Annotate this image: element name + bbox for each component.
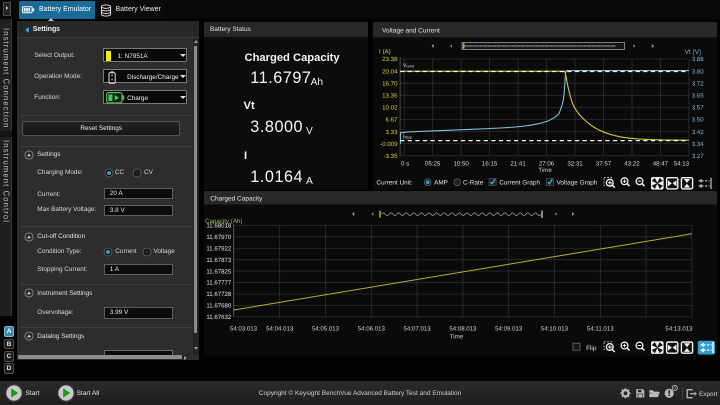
- svg-text:16:15: 16:15: [481, 160, 497, 167]
- svg-text:C-Rate: C-Rate: [463, 180, 484, 187]
- svg-text:54:08.013: 54:08.013: [449, 325, 477, 332]
- svg-text:3.27: 3.27: [691, 153, 704, 160]
- svg-text:-0.009: -0.009: [380, 141, 398, 148]
- svg-text:16.70: 16.70: [382, 80, 398, 87]
- svg-text:Current Unit:: Current Unit:: [376, 180, 412, 187]
- svg-text:43:22: 43:22: [624, 160, 640, 167]
- svg-text:Export: Export: [699, 391, 718, 398]
- svg-text:11.67922: 11.67922: [206, 245, 232, 252]
- svg-text:54:10.013: 54:10.013: [540, 325, 568, 332]
- svg-text:54:04.013: 54:04.013: [266, 325, 294, 332]
- svg-text:54:07.013: 54:07.013: [403, 325, 431, 332]
- svg-text:Voltage and Current: Voltage and Current: [382, 27, 440, 34]
- svg-text:Flip: Flip: [586, 345, 597, 352]
- svg-text:54:11.013: 54:11.013: [586, 325, 613, 332]
- svg-text:6.67: 6.67: [385, 117, 398, 124]
- svg-text:10.02: 10.02: [382, 105, 398, 112]
- svg-text:3.34: 3.34: [691, 141, 704, 148]
- svg-text:I (A): I (A): [379, 49, 391, 56]
- svg-text:3.65: 3.65: [691, 93, 704, 100]
- svg-text:3.88: 3.88: [691, 56, 704, 63]
- svg-text:54:13: 54:13: [673, 160, 689, 167]
- svg-text:05:25: 05:25: [424, 160, 440, 167]
- svg-text:Current Graph: Current Graph: [499, 180, 540, 187]
- svg-text:3.42: 3.42: [691, 129, 704, 136]
- svg-text:Time: Time: [449, 333, 463, 340]
- svg-text:54:05.013: 54:05.013: [311, 325, 339, 332]
- svg-text:IStop: IStop: [403, 134, 412, 140]
- svg-text:Time: Time: [538, 167, 552, 174]
- svg-text:13.36: 13.36: [382, 93, 398, 100]
- svg-text:VLimit: VLimit: [403, 63, 414, 69]
- svg-text:10:50: 10:50: [453, 160, 469, 167]
- svg-text:Vt (V): Vt (V): [684, 49, 701, 56]
- svg-text:32:31: 32:31: [567, 160, 583, 167]
- svg-text:11.67680: 11.67680: [206, 303, 232, 310]
- svg-text:3.72: 3.72: [691, 80, 704, 87]
- svg-text:48:47: 48:47: [652, 160, 668, 167]
- svg-text:23.38: 23.38: [382, 56, 398, 63]
- svg-text:-3.35: -3.35: [383, 153, 398, 160]
- svg-text:3.57: 3.57: [691, 105, 704, 112]
- svg-text:20.04: 20.04: [382, 68, 398, 75]
- svg-text:11.67632: 11.67632: [206, 314, 232, 321]
- svg-text:11.67970: 11.67970: [206, 234, 232, 241]
- svg-text:3.50: 3.50: [691, 117, 704, 124]
- svg-text:0 s: 0 s: [400, 160, 408, 167]
- svg-text:3.80: 3.80: [691, 68, 704, 75]
- svg-text:54:13.013: 54:13.013: [665, 325, 693, 332]
- svg-text:11.67728: 11.67728: [206, 291, 232, 298]
- svg-text:11.67873: 11.67873: [206, 257, 232, 264]
- svg-text:54:09.013: 54:09.013: [495, 325, 523, 332]
- svg-text:11.67777: 11.67777: [206, 280, 232, 287]
- svg-text:37:57: 37:57: [595, 160, 611, 167]
- svg-text:AMP: AMP: [434, 180, 448, 187]
- svg-text:Charged Capacity: Charged Capacity: [210, 195, 263, 202]
- svg-text:21:41: 21:41: [510, 160, 526, 167]
- svg-text:Voltage Graph: Voltage Graph: [556, 180, 597, 187]
- svg-text:54:03.013: 54:03.013: [229, 325, 257, 332]
- svg-text:3.33: 3.33: [385, 129, 398, 136]
- svg-text:11.67825: 11.67825: [206, 268, 232, 275]
- svg-text:54:06.013: 54:06.013: [357, 325, 385, 332]
- svg-text:11.68018: 11.68018: [206, 223, 232, 230]
